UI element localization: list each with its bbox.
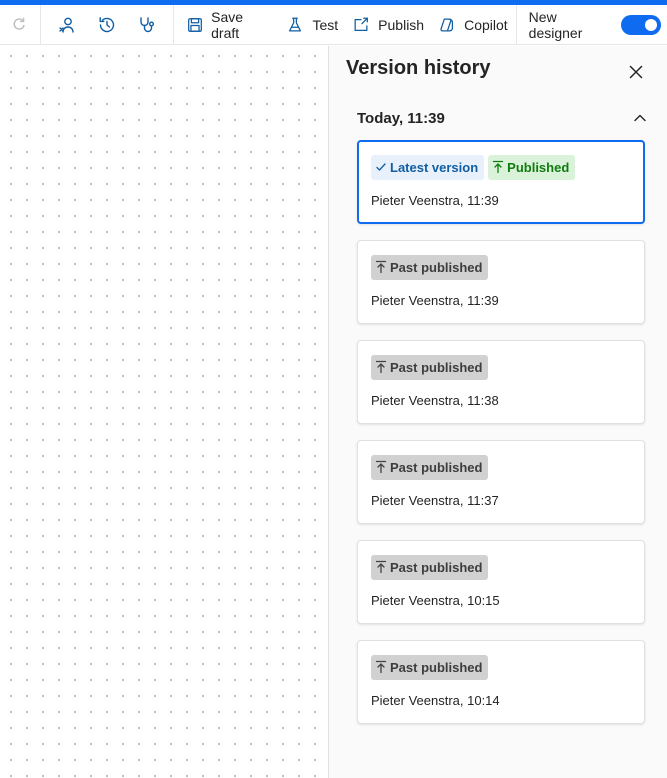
version-author-time: Pieter Veenstra, 11:39 [371,193,499,208]
publish-label: Publish [378,16,425,33]
assign-user-icon[interactable] [47,5,87,45]
new-designer-toggle-group: New designer [517,5,667,45]
version-card[interactable]: Past published Pieter Veenstra, 11:37 [357,440,645,524]
save-icon [184,15,205,35]
version-card[interactable]: Latest version Published Pieter Veenstra… [357,140,645,224]
past-published-badge: Past published [371,454,489,480]
redo-icon[interactable] [0,5,40,45]
badge-row: Latest version Published [371,154,643,180]
history-icon[interactable] [87,5,127,45]
version-author-time: Pieter Veenstra, 10:14 [371,693,500,708]
publish-button[interactable]: Publish [346,5,432,45]
version-author-time: Pieter Veenstra, 11:39 [371,293,499,308]
publish-arrow-icon [492,160,504,174]
flow-canvas[interactable] [0,46,328,778]
toolbar: Save draft Test Publish Copilot New desi… [0,4,667,45]
past-published-badge: Past published [371,254,489,280]
version-card[interactable]: Past published Pieter Veenstra, 10:14 [357,640,645,724]
version-author-time: Pieter Veenstra, 11:37 [371,493,499,508]
checkmark-icon [375,161,387,173]
section-date-label: Today, 11:39 [357,109,445,127]
badge-row: Past published [371,554,644,580]
history-nav-group [0,5,40,44]
badge-label: Published [507,159,570,175]
chevron-up-icon [634,114,646,122]
close-icon [629,65,643,79]
past-published-badge: Past published [371,354,489,380]
badge-label: Past published [390,259,483,275]
publish-arrow-icon [375,460,387,474]
past-published-badge: Past published [371,554,489,580]
publish-arrow-icon [375,260,387,274]
copilot-label: Copilot [464,16,508,33]
publish-icon [350,15,372,35]
version-card[interactable]: Past published Pieter Veenstra, 11:39 [357,240,645,324]
publish-arrow-icon [375,660,387,674]
published-badge: Published [488,154,576,180]
new-designer-toggle[interactable] [621,14,661,35]
test-label: Test [312,16,339,33]
flask-icon [284,15,306,35]
badge-label: Past published [390,659,483,675]
badge-label: Latest version [390,159,479,175]
version-history-panel: Version history Today, 11:39 Latest vers… [328,46,667,778]
version-author-time: Pieter Veenstra, 11:38 [371,393,499,408]
version-card[interactable]: Past published Pieter Veenstra, 11:38 [357,340,645,424]
utility-icon-group [41,5,167,44]
publish-arrow-icon [375,560,387,574]
stethoscope-icon[interactable] [127,5,167,45]
save-draft-label: Save draft [211,8,244,41]
copilot-icon [436,15,458,35]
version-author-time: Pieter Veenstra, 10:15 [371,593,500,608]
test-button[interactable]: Test [280,5,346,45]
past-published-badge: Past published [371,654,489,680]
toggle-knob [644,18,657,31]
version-card[interactable]: Past published Pieter Veenstra, 10:15 [357,540,645,624]
save-draft-button[interactable]: Save draft [180,5,281,45]
section-header[interactable]: Today, 11:39 [357,106,647,130]
badge-label: Past published [390,359,483,375]
copilot-button[interactable]: Copilot [432,5,516,45]
new-designer-label: New designer [528,8,583,41]
close-button[interactable] [624,60,648,84]
badge-row: Past published [371,454,644,480]
badge-row: Past published [371,654,644,680]
version-list: Latest version Published Pieter Veenstra… [357,140,647,740]
badge-label: Past published [390,459,483,475]
badge-label: Past published [390,559,483,575]
panel-title: Version history [346,57,491,79]
action-button-group: Save draft Test Publish Copilot [174,5,516,44]
badge-row: Past published [371,354,644,380]
publish-arrow-icon [375,360,387,374]
badge-row: Past published [371,254,644,280]
latest-version-badge: Latest version [371,154,485,180]
